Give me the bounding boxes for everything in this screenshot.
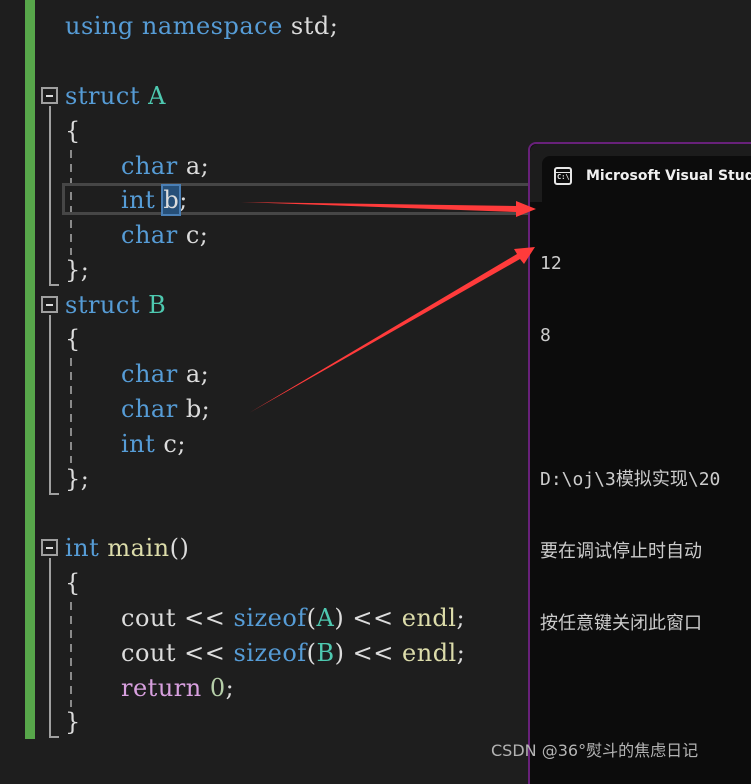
code-text: a;: [177, 360, 210, 388]
keyword: namespace: [141, 12, 283, 40]
brace: {: [65, 325, 81, 353]
operator: <<: [344, 604, 402, 632]
code-text: ;: [456, 639, 466, 667]
code-line[interactable]: {: [65, 114, 81, 148]
control-keyword: return: [121, 674, 202, 702]
output-line: 12: [540, 253, 562, 274]
code-text: std;: [282, 12, 339, 40]
collapse-struct-b-icon[interactable]: [41, 296, 58, 313]
output-line: 要在调试停止时自动: [540, 541, 702, 562]
output-line: 按任意键关闭此窗口: [540, 613, 702, 634]
code-line[interactable]: cout << sizeof(B) << endl;: [121, 636, 465, 670]
console-title: Microsoft Visual Studio 调试控制台: [586, 168, 751, 184]
code-text: ;: [456, 604, 466, 632]
indent-guide: [70, 358, 72, 463]
paren: (: [306, 639, 317, 667]
operator: <<: [176, 639, 234, 667]
type-keyword: int: [65, 534, 100, 562]
type-name: A: [316, 604, 335, 632]
type-keyword: int: [121, 430, 156, 458]
code-line-1[interactable]: using namespace std;: [65, 9, 338, 43]
code-text: c;: [155, 430, 186, 458]
code-text: (): [169, 534, 190, 562]
fold-line: [49, 558, 51, 738]
fold-line: [49, 106, 51, 286]
function-name: main: [107, 534, 170, 562]
function-name: endl: [402, 639, 457, 667]
brace: };: [65, 256, 90, 284]
code-line[interactable]: char c;: [121, 218, 208, 252]
code-line[interactable]: };: [65, 462, 89, 496]
type-keyword: int: [121, 186, 156, 214]
code-line[interactable]: {: [65, 566, 81, 600]
code-line-main[interactable]: int main(): [65, 531, 189, 565]
code-line[interactable]: };: [65, 253, 89, 287]
type-keyword: char: [121, 395, 178, 423]
fold-end: [49, 284, 59, 286]
operator: <<: [176, 604, 234, 632]
brace: {: [65, 569, 81, 597]
watermark: CSDN @36°熨斗的焦虑日记: [491, 741, 699, 760]
type-name: B: [148, 291, 167, 319]
identifier: cout: [121, 604, 176, 632]
keyword: struct: [65, 291, 140, 319]
code-line[interactable]: int c;: [121, 427, 186, 461]
console-output: 12 8 D:\oj\3模拟实现\20 要在调试停止时自动 按任意键关闭此窗口: [540, 204, 720, 684]
code-line-struct-b[interactable]: struct B: [65, 288, 166, 322]
code-line[interactable]: cout << sizeof(A) << endl;: [121, 601, 465, 635]
fold-line: [49, 315, 51, 495]
function-name: endl: [401, 604, 457, 632]
type-name: A: [148, 82, 166, 110]
code-line[interactable]: char a;: [121, 149, 209, 183]
identifier: cout: [121, 639, 176, 667]
brace: }: [65, 708, 81, 736]
operator: <<: [344, 639, 403, 667]
type-keyword: char: [121, 221, 178, 249]
selected-text[interactable]: b: [161, 184, 182, 216]
number-literal: 0: [209, 674, 226, 702]
code-text: ;: [179, 186, 188, 214]
output-line: D:\oj\3模拟实现\20: [540, 469, 721, 490]
type-keyword: char: [121, 152, 178, 180]
paren: (: [306, 604, 317, 632]
fold-end: [49, 736, 59, 738]
paren: ): [334, 639, 345, 667]
type-name: B: [316, 639, 335, 667]
output-line: 8: [540, 325, 551, 346]
code-text: a;: [177, 152, 210, 180]
code-text: c;: [177, 221, 209, 249]
console-tab[interactable]: C:\ Microsoft Visual Studio 调试控制台: [542, 156, 751, 202]
console-titlebar[interactable]: C:\ Microsoft Visual Studio 调试控制台: [530, 144, 751, 202]
code-text: b;: [177, 395, 211, 423]
keyword: sizeof: [233, 639, 307, 667]
fold-end: [49, 493, 59, 495]
code-line[interactable]: char a;: [121, 357, 209, 391]
indent-guide: [70, 602, 72, 707]
collapse-main-icon[interactable]: [41, 539, 58, 556]
keyword: sizeof: [233, 604, 307, 632]
code-line[interactable]: }: [65, 705, 81, 739]
debug-console-window[interactable]: C:\ Microsoft Visual Studio 调试控制台 12 8 D…: [528, 142, 751, 784]
code-line-current[interactable]: int b;: [121, 183, 188, 217]
type-keyword: char: [121, 360, 178, 388]
keyword: struct: [65, 82, 140, 110]
code-text: ;: [225, 674, 235, 702]
keyword: using: [65, 12, 134, 40]
code-line-struct-a[interactable]: struct A: [65, 79, 166, 113]
brace: {: [65, 117, 81, 145]
brace: };: [65, 465, 90, 493]
collapse-struct-a-icon[interactable]: [41, 87, 58, 104]
code-line[interactable]: return 0;: [121, 671, 234, 705]
terminal-icon: C:\: [554, 167, 572, 185]
paren: ): [334, 604, 345, 632]
code-line[interactable]: {: [65, 322, 81, 356]
change-indicator-bar: [25, 0, 35, 739]
code-line[interactable]: char b;: [121, 392, 210, 426]
